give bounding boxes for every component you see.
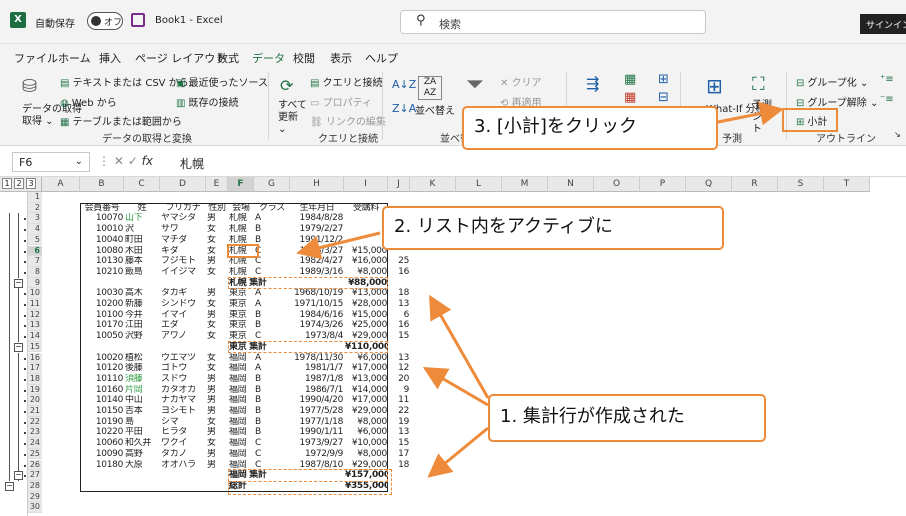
callout-step2: 2. リスト内をアクティブに <box>382 206 724 250</box>
arrow-step2 <box>296 231 381 260</box>
arrow-step1-b <box>422 366 489 407</box>
callout-step1: 1. 集計行が作成された <box>488 394 766 442</box>
callout-step3: 3. [小計]をクリック <box>462 106 718 150</box>
annotation-arrows <box>296 101 784 478</box>
arrow-step3 <box>717 101 784 126</box>
subtotal-highlight <box>782 108 838 132</box>
arrow-step1-c <box>427 426 489 478</box>
arrow-step1-a <box>429 294 490 399</box>
